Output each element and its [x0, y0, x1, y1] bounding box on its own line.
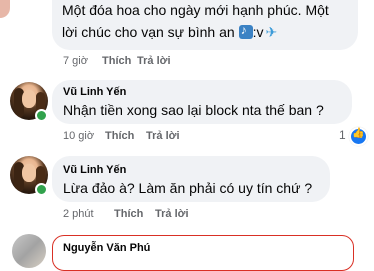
comment-text: Lừa đảo à? Làm ăn phải có uy tín chứ ?	[63, 180, 313, 196]
comment-text: Nhận tiền xong sao lại block nta thế ban…	[63, 102, 324, 118]
comment-time[interactable]: 2 phút	[63, 208, 94, 220]
like-button[interactable]: Thích	[105, 130, 134, 142]
reply-button[interactable]: Trả lời	[155, 208, 189, 220]
avatar[interactable]	[12, 234, 46, 268]
reply-button[interactable]: Trả lời	[146, 130, 180, 142]
like-button[interactable]: Thích	[102, 55, 131, 67]
music-note-icon	[238, 23, 253, 39]
online-status-indicator	[35, 109, 48, 122]
like-reaction-icon[interactable]	[349, 127, 368, 146]
avatar[interactable]	[0, 0, 10, 18]
comment-text: Một đóa hoa cho ngày mới hạnh phúc. Một	[62, 2, 329, 18]
comment-time[interactable]: 7 giờ	[63, 55, 88, 67]
reaction-count[interactable]: 1	[339, 128, 346, 142]
online-status-indicator	[35, 183, 48, 196]
comment-author[interactable]: Vũ Linh Yến	[63, 86, 126, 98]
comment-text-line2: lời chúc cho vạn sự bình an:v✈	[62, 23, 278, 41]
reply-author[interactable]: Nguyễn Văn Phú	[63, 242, 150, 254]
comment-author[interactable]: Vũ Linh Yến	[63, 164, 126, 176]
like-button[interactable]: Thích	[114, 208, 143, 220]
airplane-icon: ✈	[265, 24, 278, 40]
comment-time[interactable]: 10 giờ	[63, 130, 94, 142]
reply-button[interactable]: Trả lời	[137, 55, 171, 67]
